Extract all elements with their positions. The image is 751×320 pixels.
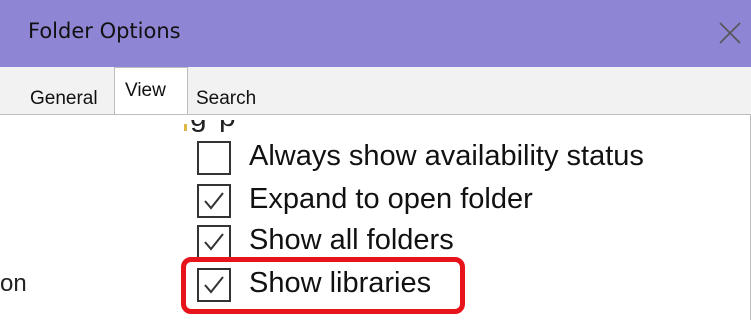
highlight-annotation-box xyxy=(181,257,465,314)
checkmark-icon xyxy=(204,192,224,210)
tab-strip: General View Search xyxy=(0,67,751,115)
tab-general[interactable]: General xyxy=(30,88,98,110)
option-label: Expand to open folder xyxy=(249,183,533,215)
checkbox-checked[interactable] xyxy=(197,184,231,218)
panel-top-border xyxy=(0,114,751,115)
title-bar: Folder Options xyxy=(0,0,751,67)
tab-view-label: View xyxy=(125,80,166,101)
checkbox-unchecked[interactable] xyxy=(197,141,231,175)
checkmark-icon xyxy=(204,233,224,251)
tree-expander-fragment xyxy=(184,124,187,131)
tab-search[interactable]: Search xyxy=(196,88,256,110)
option-label: Always show availability status xyxy=(249,140,644,172)
option-label: Show all folders xyxy=(249,224,454,256)
window-title: Folder Options xyxy=(28,19,181,43)
checkbox-checked[interactable] xyxy=(197,225,231,259)
cropped-text-fragment: on xyxy=(0,270,27,297)
close-icon[interactable] xyxy=(717,20,743,46)
tab-view[interactable]: View xyxy=(114,67,188,115)
